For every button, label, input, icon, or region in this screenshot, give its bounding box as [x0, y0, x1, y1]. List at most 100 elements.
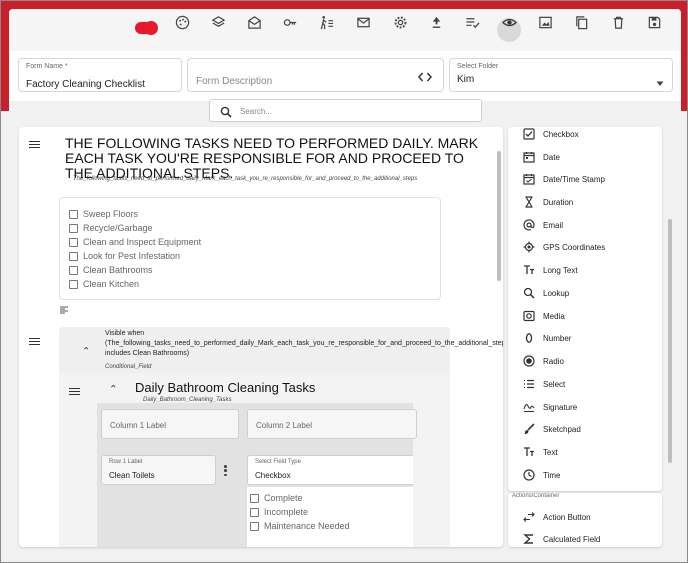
eye-icon[interactable] — [498, 11, 520, 33]
field-palette: Checkbox Date Date/Time Stamp Duration E… — [508, 127, 662, 491]
palette-item-duration[interactable]: Duration — [522, 194, 573, 210]
palette-item-email[interactable]: Email — [522, 217, 563, 233]
palette-item-long-text[interactable]: Long Text — [522, 262, 578, 278]
option-label: Complete — [264, 493, 303, 503]
search-input[interactable] — [240, 104, 470, 118]
palette-scrollbar[interactable] — [668, 219, 672, 463]
checklist-label: Clean Bathrooms — [83, 265, 153, 275]
palette-item-signature[interactable]: Signature — [522, 399, 577, 415]
checklist-icon[interactable] — [461, 11, 483, 33]
row-label-field[interactable]: Row 1 Label Clean Toilets — [101, 455, 216, 485]
visibility-condition: Visible when (The_following_tasks_need_t… — [105, 330, 503, 357]
calendar-icon — [522, 150, 536, 164]
field-search[interactable] — [209, 99, 482, 122]
palette-item-date[interactable]: Date — [522, 149, 560, 165]
checklist-label: Clean and Inspect Equipment — [83, 237, 202, 247]
checklist-item[interactable]: Clean Bathrooms — [69, 264, 153, 276]
option-label: Incomplete — [264, 507, 309, 517]
option-item[interactable]: Complete — [250, 492, 303, 504]
zero-icon — [522, 331, 536, 345]
palette-item-calculated-field[interactable]: Calculated Field — [522, 531, 600, 547]
trash-icon[interactable] — [607, 11, 629, 33]
checkbox-icon[interactable] — [69, 265, 78, 275]
palette-item-action-button[interactable]: Action Button — [522, 509, 591, 525]
code-icon[interactable] — [418, 70, 432, 82]
list-icon — [522, 377, 536, 391]
toggle-switch[interactable] — [135, 21, 158, 35]
gear-icon[interactable] — [389, 11, 411, 33]
checklist-item[interactable]: Sweep Floors — [69, 208, 138, 220]
palette-icon[interactable] — [171, 11, 193, 33]
checklist-field[interactable]: Sweep Floors Recycle/Garbage Clean and I… — [59, 197, 441, 300]
column-1-label: Column 1 Label — [110, 421, 167, 430]
column-2-label: Column 2 Label — [256, 421, 313, 430]
checklist-item[interactable]: Look for Pest Infestation — [69, 250, 180, 262]
checklist-item[interactable]: Clean and Inspect Equipment — [69, 236, 201, 248]
form-canvas: THE FOLLOWING TASKS NEED TO PERFORMED DA… — [19, 127, 503, 547]
drag-handle-icon[interactable] — [29, 141, 40, 148]
chevron-up-icon[interactable]: ⌄ — [109, 382, 117, 393]
image-icon[interactable] — [534, 11, 556, 33]
palette-item-text[interactable]: Text — [522, 444, 558, 460]
palette-item-time[interactable]: Time — [522, 467, 560, 483]
checkbox-icon[interactable] — [69, 223, 78, 233]
checkbox-icon[interactable] — [250, 521, 259, 531]
text-size-icon — [522, 263, 536, 277]
calendar-check-icon — [522, 172, 536, 186]
palette-item-label: Date — [543, 152, 560, 162]
palette-item-label: Lookup — [543, 288, 570, 298]
column-1-label-field[interactable]: Column 1 Label — [101, 409, 239, 439]
palette-item-sketchpad[interactable]: Sketchpad — [522, 421, 581, 437]
conditional-field-header[interactable]: ⌄ Visible when (The_following_tasks_need… — [59, 327, 503, 373]
checklist-item[interactable]: Clean Kitchen — [69, 278, 139, 290]
checkbox-icon[interactable] — [69, 279, 78, 289]
palette-item-label: Long Text — [543, 265, 578, 275]
palette-item-label: Duration — [543, 197, 574, 207]
actions-container-panel: Actions/Container Action Button Calculat… — [508, 493, 662, 547]
palette-item-gps[interactable]: GPS Coordinates — [522, 239, 605, 255]
option-item[interactable]: Incomplete — [250, 506, 308, 518]
checkbox-icon[interactable] — [69, 237, 78, 247]
text-align-icon[interactable] — [60, 301, 68, 314]
walk-list-icon[interactable] — [315, 11, 337, 33]
checkbox-icon[interactable] — [69, 209, 78, 219]
canvas-scrollbar[interactable] — [497, 151, 501, 281]
form-name-label: Form Name * — [26, 63, 68, 70]
palette-item-number[interactable]: Number — [522, 330, 571, 346]
checkbox-icon[interactable] — [250, 493, 259, 503]
palette-item-checkbox[interactable]: Checkbox — [522, 127, 579, 142]
more-options-icon[interactable] — [224, 465, 227, 476]
row-label-caption: Row 1 Label — [109, 459, 143, 465]
palette-item-label: GPS Coordinates — [543, 242, 606, 252]
option-item[interactable]: Maintenance Needed — [250, 520, 350, 532]
select-folder-field[interactable]: Select Folder Kim — [449, 58, 673, 92]
instructions-heading[interactable]: THE FOLLOWING TASKS NEED TO PERFORMED DA… — [65, 136, 485, 181]
palette-item-label: Number — [543, 333, 572, 343]
copy-icon[interactable] — [570, 11, 592, 33]
mail-icon[interactable] — [352, 11, 374, 33]
key-icon[interactable] — [279, 11, 301, 33]
field-type-select[interactable]: Select Field Type Checkbox — [247, 455, 413, 485]
clock-icon — [522, 468, 536, 482]
column-2-label-field[interactable]: Column 2 Label — [247, 409, 417, 439]
checkbox-icon[interactable] — [250, 507, 259, 517]
form-name-field[interactable]: Form Name * Factory Cleaning Checklist — [18, 58, 182, 92]
chevron-up-icon[interactable]: ⌄ — [82, 344, 90, 355]
checkbox-icon[interactable] — [69, 251, 78, 261]
layers-icon[interactable] — [207, 11, 229, 33]
palette-item-select[interactable]: Select — [522, 376, 565, 392]
mail-open-icon[interactable] — [243, 11, 265, 33]
palette-item-media[interactable]: Media — [522, 308, 565, 324]
save-icon[interactable] — [643, 11, 665, 33]
palette-item-lookup[interactable]: Lookup — [522, 285, 569, 301]
checklist-item[interactable]: Recycle/Garbage — [69, 222, 153, 234]
crosshair-icon — [522, 240, 536, 254]
palette-item-datetime[interactable]: Date/Time Stamp — [522, 171, 605, 187]
drag-handle-icon[interactable] — [29, 338, 40, 345]
palette-item-radio[interactable]: Radio — [522, 353, 564, 369]
drag-handle-icon[interactable] — [69, 388, 80, 395]
arrow-up-icon[interactable] — [425, 11, 447, 33]
select-folder-label: Select Folder — [457, 63, 499, 70]
palette-item-label: Radio — [543, 356, 564, 366]
form-description-field[interactable]: Form Description — [187, 58, 444, 92]
